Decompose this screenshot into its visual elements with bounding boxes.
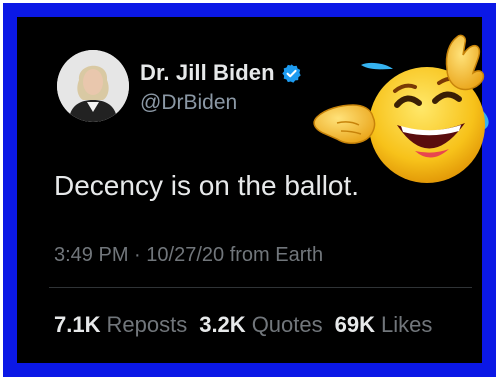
engagement-stats: 7.1K Reposts 3.2K Quotes 69K Likes bbox=[54, 312, 432, 338]
name-line: Dr. Jill Biden bbox=[140, 60, 302, 86]
image-frame: Dr. Jill Biden @DrBiden Decency is on th… bbox=[3, 3, 496, 377]
quotes-label: Quotes bbox=[251, 312, 323, 337]
tweet-card: Dr. Jill Biden @DrBiden Decency is on th… bbox=[17, 17, 489, 363]
reposts-count: 7.1K bbox=[54, 312, 101, 337]
meta-separator: · bbox=[134, 244, 141, 266]
laughing-crying-emoji-icon bbox=[297, 25, 500, 195]
avatar[interactable] bbox=[57, 50, 129, 122]
quotes-count: 3.2K bbox=[199, 312, 246, 337]
stat-reposts[interactable]: 7.1K Reposts bbox=[54, 312, 187, 338]
stat-likes[interactable]: 69K Likes bbox=[335, 312, 433, 338]
likes-label: Likes bbox=[380, 312, 433, 337]
tweet-source: from Earth bbox=[229, 244, 324, 266]
tweet-time[interactable]: 3:49 PM bbox=[54, 244, 128, 266]
user-handle[interactable]: @DrBiden bbox=[140, 91, 237, 115]
divider bbox=[49, 287, 472, 288]
tweet-meta: 3:49 PM · 10/27/20 from Earth bbox=[54, 244, 323, 267]
reposts-label: Reposts bbox=[106, 312, 188, 337]
likes-count: 69K bbox=[334, 312, 375, 337]
tweet-date[interactable]: 10/27/20 bbox=[146, 244, 224, 266]
display-name[interactable]: Dr. Jill Biden bbox=[140, 60, 275, 86]
avatar-photo bbox=[57, 50, 129, 122]
stat-quotes[interactable]: 3.2K Quotes bbox=[199, 312, 322, 338]
